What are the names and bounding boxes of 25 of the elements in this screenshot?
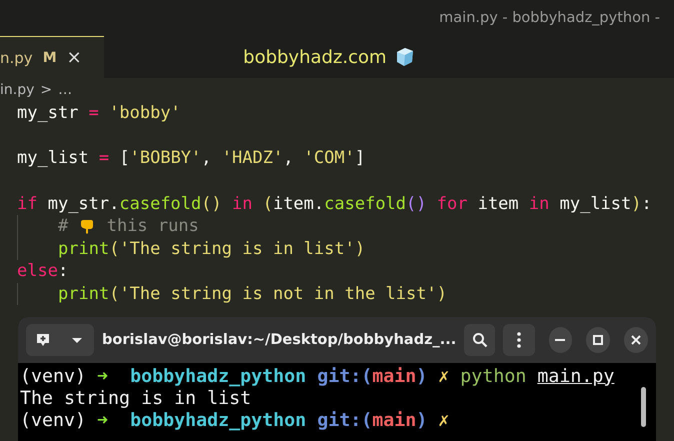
close-tab-icon[interactable]: × — [66, 47, 82, 68]
menu-icon[interactable] — [503, 324, 535, 356]
minimize-icon[interactable] — [548, 327, 572, 353]
code-line: my_list = ['BOBBY', 'HADZ', 'COM'] — [17, 147, 366, 170]
code-line: print('The string is in list') — [58, 238, 366, 260]
site-title: bobbyhadz.com — [243, 46, 387, 68]
scrollbar[interactable] — [641, 387, 646, 427]
breadcrumb-more[interactable]: … — [58, 82, 72, 98]
breadcrumb-separator: > — [40, 82, 52, 98]
code-comment: # this runs — [58, 215, 200, 238]
close-icon[interactable] — [624, 327, 648, 353]
code-line: if my_str.casefold() in (item.casefold() for item in my_list): — [17, 192, 653, 215]
code-line: my_str = 'bobby' — [17, 102, 182, 126]
modified-label: M — [42, 50, 57, 66]
search-icon[interactable] — [464, 324, 496, 356]
breadcrumb-file[interactable]: in.py — [0, 82, 34, 98]
terminal-line: (venv) ➜ bobbyhadz_python git:(main) ✗ python main.py — [20, 365, 614, 387]
code-line: else: — [17, 260, 70, 283]
maximize-icon[interactable] — [586, 327, 610, 353]
terminal-line: The string is in list — [20, 387, 252, 409]
code-line: print('The string is not in the list') — [58, 283, 448, 306]
terminal-line: (venv) ➜ bobbyhadz_python git:(main) ✗ — [20, 409, 450, 431]
window-title: main.py - bobbyhadz_python - — [439, 10, 660, 26]
terminal-title: borislav@borislav:~/Desktop/bobbyhadz_... — [102, 332, 456, 348]
editor-tab[interactable]: n.py M × — [0, 36, 104, 78]
